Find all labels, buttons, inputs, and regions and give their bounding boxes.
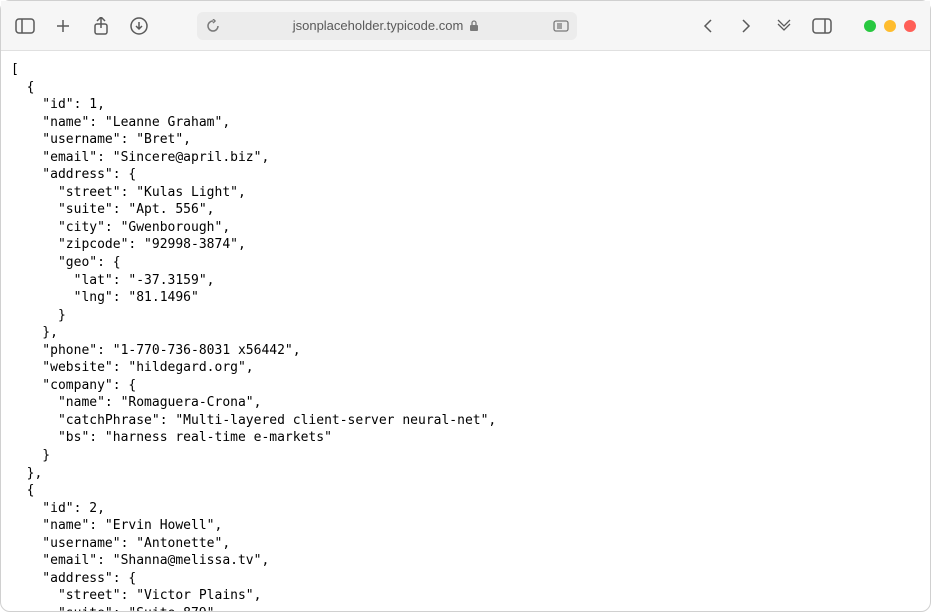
toolbar-left-group <box>15 16 149 36</box>
minimize-button[interactable] <box>864 20 876 32</box>
downloads-icon[interactable] <box>129 16 149 36</box>
close-button[interactable] <box>904 20 916 32</box>
forward-icon[interactable] <box>736 16 756 36</box>
browser-toolbar: jsonplaceholder.typicode.com <box>1 1 930 51</box>
sidebar-icon[interactable] <box>15 16 35 36</box>
url-text: jsonplaceholder.typicode.com <box>293 18 464 33</box>
overflow-icon[interactable] <box>774 16 794 36</box>
json-content: [ { "id": 1, "name": "Leanne Graham", "u… <box>1 51 930 611</box>
reader-mode-icon[interactable] <box>553 18 569 34</box>
reload-icon[interactable] <box>205 18 221 34</box>
share-icon[interactable] <box>91 16 111 36</box>
maximize-button[interactable] <box>884 20 896 32</box>
back-icon[interactable] <box>698 16 718 36</box>
new-tab-icon[interactable] <box>53 16 73 36</box>
window-controls <box>864 20 916 32</box>
toolbar-right-group <box>698 16 916 36</box>
tabs-icon[interactable] <box>812 16 832 36</box>
address-bar[interactable]: jsonplaceholder.typicode.com <box>197 12 577 40</box>
lock-icon <box>469 20 481 32</box>
